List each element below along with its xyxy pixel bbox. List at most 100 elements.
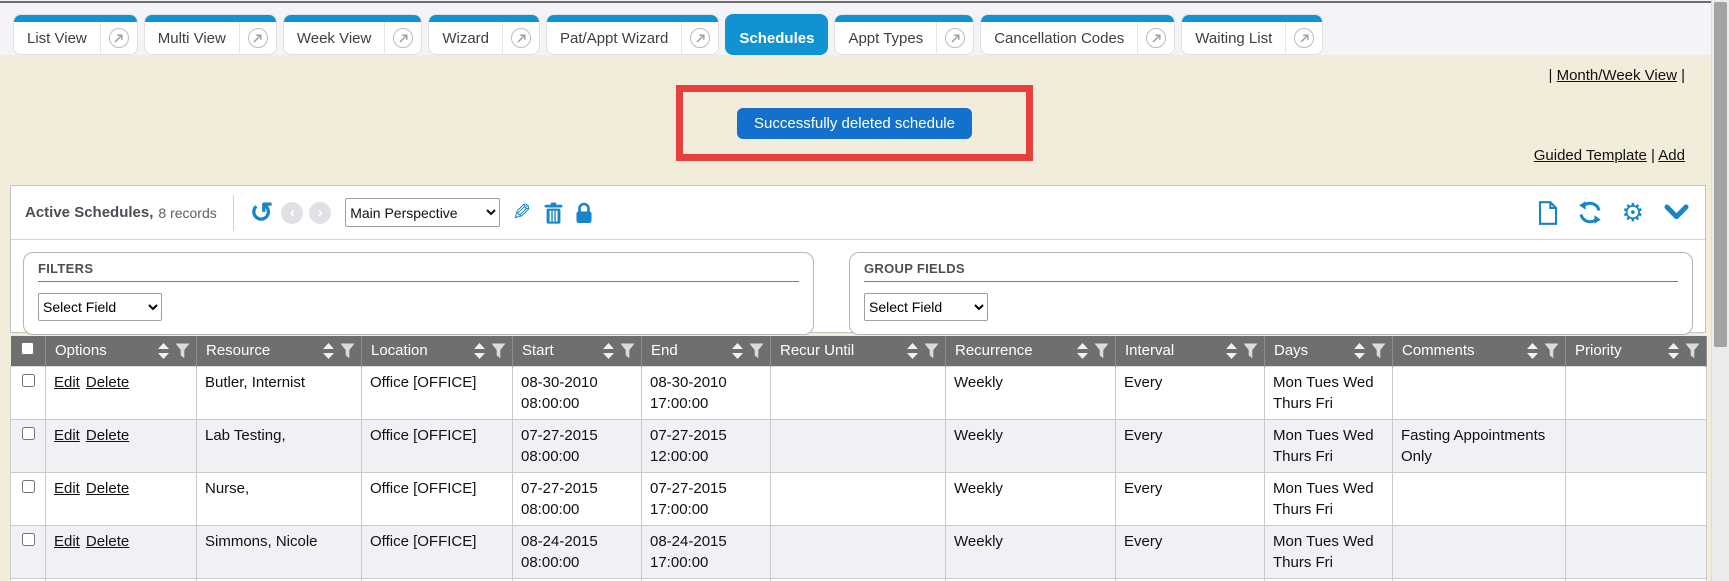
start-cell: 08-24-2015 08:00:00 <box>513 525 642 578</box>
tab-list-view[interactable]: List View <box>14 15 137 54</box>
recur-until-cell <box>771 472 946 525</box>
sort-icon[interactable] <box>1353 343 1366 359</box>
filter-funnel-icon[interactable] <box>1094 343 1109 359</box>
sort-icon[interactable] <box>602 343 615 359</box>
perspective-select[interactable]: Main Perspective <box>345 198 500 227</box>
delete-perspective-icon[interactable] <box>544 202 563 224</box>
filter-funnel-icon[interactable] <box>1685 343 1700 359</box>
sort-icon[interactable] <box>1667 343 1680 359</box>
external-link-icon[interactable] <box>681 22 718 54</box>
resource-cell: Simmons, Nicole <box>197 525 362 578</box>
column-header-interval: Interval <box>1116 336 1265 366</box>
settings-gear-icon[interactable]: ⚙ <box>1622 201 1644 225</box>
scrollbar-thumb[interactable] <box>1714 2 1727 347</box>
external-link-icon[interactable] <box>1285 22 1322 54</box>
filters-rule <box>38 281 799 282</box>
edit-link[interactable]: Edit <box>54 533 80 550</box>
external-link-icon[interactable] <box>384 22 421 54</box>
external-link-icon[interactable] <box>502 22 539 54</box>
external-link-icon[interactable] <box>936 22 973 54</box>
sort-icon[interactable] <box>731 343 744 359</box>
recurrence-cell: Weekly <box>946 419 1116 472</box>
column-label: Location <box>371 342 468 359</box>
sort-icon[interactable] <box>1076 343 1089 359</box>
edit-link[interactable]: Edit <box>54 374 80 391</box>
filter-funnel-icon[interactable] <box>175 343 190 359</box>
table-row: EditDeleteSimmons, NicoleOffice [OFFICE]… <box>11 525 1707 578</box>
sort-icon[interactable] <box>473 343 486 359</box>
tab-pat-appt-wizard[interactable]: Pat/Appt Wizard <box>547 15 718 54</box>
prev-perspective-icon[interactable]: ‹ <box>281 202 303 224</box>
tab-label: Schedules <box>726 30 827 47</box>
next-perspective-icon[interactable]: › <box>309 202 331 224</box>
delete-link[interactable]: Delete <box>86 374 129 391</box>
row-checkbox[interactable] <box>22 374 35 387</box>
edit-link[interactable]: Edit <box>54 427 80 444</box>
new-document-icon[interactable] <box>1538 201 1558 225</box>
external-link-icon[interactable] <box>239 22 276 54</box>
column-header-days: Days <box>1265 336 1393 366</box>
month-week-view-line: | Month/Week View | <box>1549 67 1686 84</box>
tab-week-view[interactable]: Week View <box>284 15 421 54</box>
pipe: | <box>1651 147 1655 164</box>
tab-schedules[interactable]: Schedules <box>726 15 827 54</box>
filters-field-select[interactable]: Select Field <box>38 293 162 321</box>
tab-multi-view[interactable]: Multi View <box>145 15 276 54</box>
edit-perspective-icon[interactable]: ✎ <box>512 199 531 226</box>
external-link-icon[interactable] <box>100 22 137 54</box>
sort-icon[interactable] <box>157 343 170 359</box>
sort-icon[interactable] <box>322 343 335 359</box>
recurrence-cell: Weekly <box>946 366 1116 419</box>
filter-funnel-icon[interactable] <box>491 343 506 359</box>
filter-funnel-icon[interactable] <box>1243 343 1258 359</box>
tab-label: List View <box>14 30 100 47</box>
sort-icon[interactable] <box>906 343 919 359</box>
add-link[interactable]: Add <box>1658 147 1685 164</box>
delete-link[interactable]: Delete <box>86 533 129 550</box>
filter-funnel-icon[interactable] <box>340 343 355 359</box>
recurrence-cell: Weekly <box>946 472 1116 525</box>
refresh-icon[interactable] <box>1578 201 1602 224</box>
guided-template-link[interactable]: Guided Template <box>1534 147 1647 164</box>
month-week-view-link[interactable]: Month/Week View <box>1557 67 1677 84</box>
grid-toolbar: Active Schedules, 8 records ↺ ‹ › Main P… <box>11 186 1705 240</box>
edit-link[interactable]: Edit <box>54 480 80 497</box>
undo-icon[interactable]: ↺ <box>250 202 273 224</box>
row-checkbox[interactable] <box>22 480 35 493</box>
delete-link[interactable]: Delete <box>86 427 129 444</box>
priority-cell <box>1566 525 1707 578</box>
delete-link[interactable]: Delete <box>86 480 129 497</box>
filters-panel: FILTERS Select Field <box>23 252 814 335</box>
toolbar-right-icons: ⚙ <box>1538 201 1689 225</box>
grid-title: Active Schedules, <box>25 204 153 221</box>
filter-funnel-icon[interactable] <box>749 343 764 359</box>
column-header-options: Options <box>46 336 197 366</box>
tab-wizard[interactable]: Wizard <box>429 15 539 54</box>
recurrence-cell: Weekly <box>946 525 1116 578</box>
select-all-checkbox[interactable] <box>21 342 34 355</box>
filter-funnel-icon[interactable] <box>1544 343 1559 359</box>
success-notification[interactable]: Successfully deleted schedule <box>737 108 972 139</box>
filter-funnel-icon[interactable] <box>1371 343 1386 359</box>
interval-cell: Every <box>1116 366 1265 419</box>
sort-icon[interactable] <box>1225 343 1238 359</box>
external-link-icon[interactable] <box>1137 22 1174 54</box>
tab-label: Appt Types <box>835 30 936 47</box>
table-row: EditDeleteLab Testing,Office [OFFICE]07-… <box>11 419 1707 472</box>
group-fields-select[interactable]: Select Field <box>864 293 988 321</box>
interval-cell: Every <box>1116 419 1265 472</box>
table-row: EditDeleteButler, InternistOffice [OFFIC… <box>11 366 1707 419</box>
options-cell: Edit Delete <box>46 366 197 419</box>
filter-funnel-icon[interactable] <box>620 343 635 359</box>
sort-icon[interactable] <box>1526 343 1539 359</box>
row-checkbox[interactable] <box>22 427 35 440</box>
recur-until-cell <box>771 419 946 472</box>
tab-cancellation-codes[interactable]: Cancellation Codes <box>981 15 1174 54</box>
lock-icon[interactable] <box>575 202 593 224</box>
options-cell: Edit Delete <box>46 525 197 578</box>
tab-appt-types[interactable]: Appt Types <box>835 15 973 54</box>
collapse-chevron-icon[interactable] <box>1664 204 1689 221</box>
tab-waiting-list[interactable]: Waiting List <box>1182 15 1322 54</box>
row-checkbox[interactable] <box>22 533 35 546</box>
filter-funnel-icon[interactable] <box>924 343 939 359</box>
